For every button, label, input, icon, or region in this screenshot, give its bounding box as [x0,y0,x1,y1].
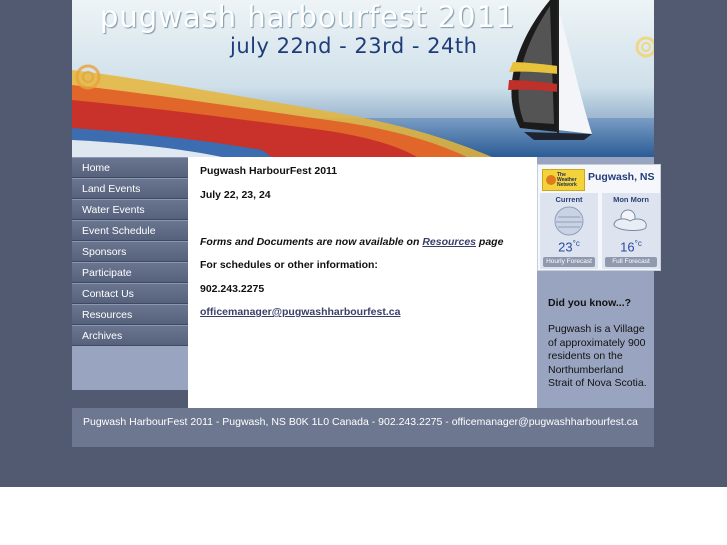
banner-title: pugwash harbourfest 2011 [100,0,516,34]
forecast-temp-unit: °c [634,239,642,248]
viewport: pugwash harbourfest 2011 july 22nd - 23r… [0,0,727,545]
nav-item-event-schedule[interactable]: Event Schedule [72,220,188,241]
email-link[interactable]: officemanager@pugwashharbourfest.ca [200,306,400,318]
schedules-text: For schedules or other information: [200,259,378,271]
weather-location: Pugwash, NS [588,171,655,183]
weather-forecast: Mon Morn 16°c Full Forecast [602,193,660,269]
forms-notice-suffix: page [476,236,504,248]
forms-notice: Forms and Documents are now available on… [200,236,503,248]
nav-item-water-events[interactable]: Water Events [72,199,188,220]
weather-network-logo[interactable]: The Weather Network [542,169,585,191]
sun-icon [546,175,556,185]
phone-number: 902.243.2275 [200,283,265,295]
weather-forecast-temp: 16°c [602,239,660,254]
hourly-forecast-button[interactable]: Hourly Forecast [543,257,595,267]
weather-forecast-label: Mon Morn [613,195,649,204]
nav-item-land-events[interactable]: Land Events [72,178,188,199]
nav-item-participate[interactable]: Participate [72,262,188,283]
cloudy-icon [554,206,584,236]
weather-network-logo-text: The Weather Network [557,172,577,188]
partly-cloudy-icon [613,209,647,231]
weather-current-label: Current [555,195,583,204]
footer: Pugwash HarbourFest 2011 - Pugwash, NS B… [72,408,654,447]
nav-item-contact-us[interactable]: Contact Us [72,283,188,304]
nav-item-archives[interactable]: Archives [72,325,188,346]
weather-widget[interactable]: The Weather Network Pugwash, NS Current … [537,164,661,271]
did-you-know-title: Did you know...? [548,297,632,309]
content-heading: Pugwash HarbourFest 2011 [200,165,338,177]
nav-item-home[interactable]: Home [72,157,188,178]
weather-current-temp: 23°c [540,239,598,254]
current-temp-unit: °c [572,239,580,248]
nav-item-resources[interactable]: Resources [72,304,188,325]
banner-dates: july 22nd - 23rd - 24th [230,34,478,58]
forecast-temp-value: 16 [620,239,635,255]
content-dates: July 22, 23, 24 [200,189,271,201]
header-banner: pugwash harbourfest 2011 july 22nd - 23r… [72,0,654,157]
sidebar-nav: Home Land Events Water Events Event Sche… [72,157,188,390]
page-wrapper: pugwash harbourfest 2011 july 22nd - 23r… [72,0,661,447]
footer-text: Pugwash HarbourFest 2011 - Pugwash, NS B… [83,416,638,428]
current-temp-value: 23 [558,239,573,255]
resources-link[interactable]: Resources [422,236,476,248]
right-sidebar: The Weather Network Pugwash, NS Current … [537,157,661,408]
full-forecast-button[interactable]: Full Forecast [605,257,657,267]
main-content: Pugwash HarbourFest 2011 July 22, 23, 24… [188,157,537,408]
forms-notice-text: Forms and Documents are now available on [200,236,423,248]
did-you-know-text: Pugwash is a Village of approximately 90… [548,323,647,389]
weather-current: Current 23°c Hourly Forecast [540,193,598,269]
nav-item-sponsors[interactable]: Sponsors [72,241,188,262]
